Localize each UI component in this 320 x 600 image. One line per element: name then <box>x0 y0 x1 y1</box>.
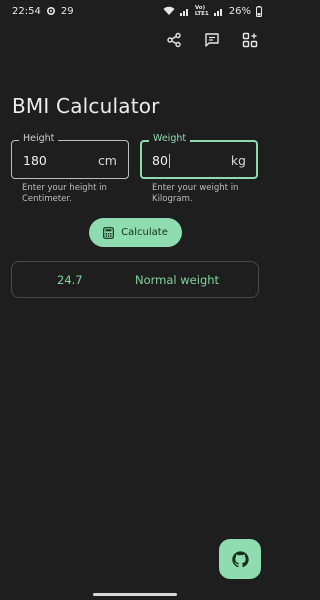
calculate-label: Calculate <box>121 227 168 238</box>
calculator-icon <box>103 226 115 239</box>
result-card: 24.7 Normal weight <box>11 261 259 298</box>
apps-add-icon <box>242 32 258 48</box>
status-bar: 22:54 29 Vo) LTE1 26% <box>0 0 270 22</box>
weight-unit: kg <box>230 153 246 168</box>
gear-icon <box>46 6 56 16</box>
chat-icon <box>204 32 220 48</box>
signal-icon <box>179 6 190 16</box>
github-fab[interactable] <box>219 539 261 579</box>
bmi-value: 24.7 <box>57 272 83 287</box>
status-left: 22:54 29 <box>12 6 74 17</box>
text-caret <box>168 153 170 168</box>
weight-value: 80 <box>152 153 168 168</box>
more-apps-button[interactable] <box>238 28 262 52</box>
share-icon <box>166 32 182 48</box>
clock: 22:54 <box>12 5 41 17</box>
notification-count: 29 <box>60 5 74 17</box>
calculate-button[interactable]: Calculate <box>89 218 182 247</box>
github-icon <box>231 550 249 568</box>
page-title: BMI Calculator <box>12 94 160 118</box>
weight-field[interactable]: Weight 80 kg <box>140 133 258 179</box>
gesture-nav-bar[interactable] <box>93 593 177 596</box>
status-right: Vo) LTE1 26% <box>163 5 262 17</box>
height-helper: Enter your height in Centimeter. <box>22 183 107 204</box>
battery-icon <box>256 5 262 17</box>
height-input[interactable]: 180 <box>23 153 47 168</box>
top-toolbar <box>162 28 262 52</box>
battery-percent: 26% <box>228 5 251 17</box>
signal-icon-2 <box>213 6 224 16</box>
weight-input[interactable]: 80 <box>152 153 170 168</box>
wifi-icon <box>163 6 175 16</box>
height-label: Height <box>19 133 59 144</box>
height-unit: cm <box>97 153 117 168</box>
share-button[interactable] <box>162 28 186 52</box>
feedback-button[interactable] <box>200 28 224 52</box>
bmi-category: Normal weight <box>135 272 220 287</box>
height-field[interactable]: Height 180 cm <box>11 133 129 179</box>
weight-helper: Enter your weight in Kilogram. <box>152 183 239 204</box>
weight-label: Weight <box>149 133 191 144</box>
network-type: Vo) LTE1 <box>194 5 209 17</box>
